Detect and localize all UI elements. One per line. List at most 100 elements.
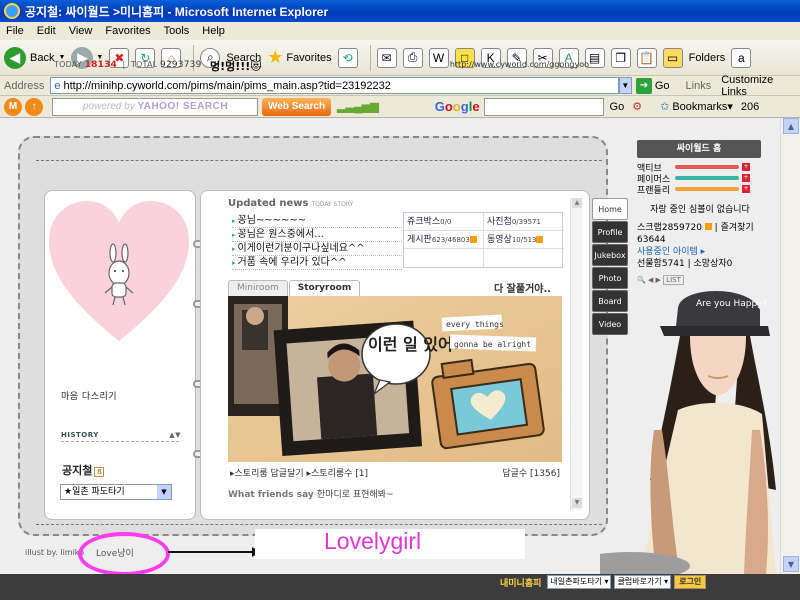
stat-jukebox[interactable]: 쥬크박스0/0 xyxy=(404,213,484,231)
ilchon-select[interactable]: 내일촌파도타기 ▾ xyxy=(547,575,612,589)
rating-bar-fill xyxy=(675,165,739,169)
today-label: TODAY xyxy=(54,60,82,69)
stat-value: 623/46803 xyxy=(431,236,470,244)
frame-divider xyxy=(36,160,602,161)
owner-badge-icon: 8 xyxy=(94,467,105,477)
signal-bars-icon[interactable]: ▂▃▄▅▆ xyxy=(337,100,379,113)
copy-icon[interactable]: ❐ xyxy=(610,47,631,68)
updated-news-list: 꽁님~~~~~~ 꽁님은 원스중에서... 이게이런기분이구나싶네요^^ 거품 … xyxy=(232,214,402,270)
back-label: Back xyxy=(30,51,55,64)
illustration-credit: illust by. limiko xyxy=(25,548,85,557)
page-icon: e xyxy=(54,79,61,92)
chevron-down-icon[interactable]: ▼ xyxy=(157,485,171,499)
list-item[interactable]: 이게이런기분이구나싶네요^^ xyxy=(232,242,402,256)
tab-jukebox[interactable]: Jukebox xyxy=(592,244,628,266)
links-label[interactable]: Links xyxy=(686,80,712,92)
items-in-use-link[interactable]: 사용중인 아이템 ▸ xyxy=(637,246,763,258)
stat-label: 쥬크박스 xyxy=(407,217,441,227)
list-item[interactable]: 꽁님은 원스중에서... xyxy=(232,228,402,242)
rating-bar-fill xyxy=(675,187,739,191)
new-badge-icon xyxy=(536,236,544,243)
frame-divider xyxy=(36,524,602,525)
web-search-label: Web Search xyxy=(268,101,326,112)
menu-tools[interactable]: Tools xyxy=(164,25,190,37)
list-item[interactable]: 꽁님~~~~~~ xyxy=(232,214,402,228)
bookmark-star-icon: ✩ xyxy=(660,101,670,113)
total-count: 9293739 xyxy=(160,60,202,70)
back-arrow-icon: ◀ xyxy=(4,46,26,69)
tab-profile[interactable]: Profile xyxy=(592,221,628,243)
list-item[interactable]: 거품 속에 우리가 있다^^ xyxy=(232,256,402,270)
wish-box-link[interactable]: 소망상자0 xyxy=(694,259,733,269)
reply-count: 답글수 [1356] xyxy=(502,469,560,479)
vertical-scrollbar[interactable]: ▲ ▼ xyxy=(780,118,800,574)
scroll-down-icon[interactable]: ▼ xyxy=(783,556,799,572)
tab-home[interactable]: Home xyxy=(592,198,628,220)
customize-links[interactable]: Customize Links xyxy=(721,74,800,98)
paste-icon[interactable]: 📋 xyxy=(636,47,657,68)
up-arrow-icon[interactable]: ↑ xyxy=(25,97,43,116)
stat-label: 동영상 xyxy=(487,235,512,245)
scrap-count[interactable]: 스크랩2859720 xyxy=(637,223,702,233)
storyroom-tagline: 다 잘풀거야.. xyxy=(494,284,552,295)
menu-edit[interactable]: Edit xyxy=(37,25,56,37)
go-arrow-icon[interactable]: ➔ xyxy=(636,77,652,94)
folders-button[interactable]: ▭ Folders xyxy=(662,47,725,68)
address-dropdown-icon[interactable]: ▼ xyxy=(618,77,633,94)
my-minihompy-link[interactable]: 내미니홈피 xyxy=(500,576,541,589)
menu-help[interactable]: Help xyxy=(202,25,225,37)
mood-text: 마음 다스리기 xyxy=(61,392,118,402)
rating-bar-friendly: 프랜들리 + xyxy=(637,184,763,196)
translate-icon[interactable]: a xyxy=(731,47,752,68)
favorites-link[interactable]: 즐겨찾기 xyxy=(721,223,754,233)
stat-photo[interactable]: 사진첩0/39571 xyxy=(484,213,564,231)
scroll-up-icon[interactable]: ▲ xyxy=(783,118,799,134)
stat-board[interactable]: 게시판623/46803 xyxy=(404,231,484,249)
friends-say-input[interactable]: 한마디로 표현해봐~ xyxy=(317,490,394,500)
story-reply-link[interactable]: ▸스토리룸 답글달기 ▸스토리룸수 [1] xyxy=(230,466,368,479)
window-title: 공지철: 싸이월드 >미니홈피 - Microsoft Internet Exp… xyxy=(25,4,329,19)
m-logo-icon[interactable]: M xyxy=(4,97,22,116)
content-scrollbar[interactable]: ▲ ▼ xyxy=(570,198,582,510)
story-count-label: 스토리룸수 [1] xyxy=(311,469,369,479)
menu-favorites[interactable]: Favorites xyxy=(105,25,150,37)
plus-icon[interactable]: + xyxy=(742,163,750,171)
login-button[interactable]: 로그인 xyxy=(674,575,707,589)
tab-storyroom[interactable]: Storyroom xyxy=(288,280,361,296)
storyroom-photo[interactable]: 이런 일 있어 every things gonna be alright xyxy=(228,296,562,462)
triangle-up-down-icon[interactable]: ▲▼ xyxy=(169,431,181,439)
history-label: HISTORY xyxy=(61,431,99,439)
symbol-status: 자랑 중인 심볼이 없습니다 xyxy=(650,205,750,215)
menu-file[interactable]: File xyxy=(6,25,24,37)
go-button[interactable]: Go xyxy=(655,80,670,92)
scroll-down-icon[interactable]: ▼ xyxy=(572,498,582,508)
menu-view[interactable]: View xyxy=(69,25,93,37)
club-select[interactable]: 클럽바로가기 ▾ xyxy=(614,575,672,589)
settings-gear-icon[interactable]: ⚙ xyxy=(632,100,642,113)
address-input[interactable]: e http://minihp.cyworld.com/pims/main/pi… xyxy=(50,77,619,94)
gift-line: 선물함5741 | 소망상자0 xyxy=(637,259,733,269)
gift-box-link[interactable]: 선물함5741 xyxy=(637,259,685,269)
web-search-button[interactable]: Web Search xyxy=(262,97,332,116)
plus-icon[interactable]: + xyxy=(742,174,750,182)
google-go-button[interactable]: Go xyxy=(610,101,625,113)
tab-miniroom[interactable]: Miniroom xyxy=(228,280,288,296)
google-search-input[interactable] xyxy=(483,97,604,116)
scrap-total: 63644 xyxy=(637,235,666,245)
stat-video[interactable]: 동영상10/513 xyxy=(484,231,564,249)
scroll-up-icon[interactable]: ▲ xyxy=(572,198,582,208)
plus-icon[interactable]: + xyxy=(742,185,750,193)
ilchon-pado-select[interactable]: ★일촌 파도타기 ▼ xyxy=(60,484,172,500)
cyworld-home-header[interactable]: 싸이월드 홈 xyxy=(637,140,761,158)
bookmarks-menu[interactable]: Bookmarks▾ xyxy=(672,100,733,113)
total-label: TOTAL xyxy=(130,60,158,69)
history-toggle[interactable]: HISTORY ▲▼ xyxy=(61,431,181,439)
cyworld-bottom-bar: 내미니홈피 내일촌파도타기 ▾ 클럽바로가기 ▾ 로그인 xyxy=(500,574,780,590)
updated-news-label: Updated news xyxy=(228,198,309,209)
search-toolbar: M ↑ powered by YAHOO! SEARCH Web Search … xyxy=(0,96,800,118)
ie-logo-icon xyxy=(4,3,20,19)
yahoo-search-input[interactable]: powered by YAHOO! SEARCH xyxy=(52,97,258,116)
toolbar-number[interactable]: 206 xyxy=(741,101,759,113)
friends-say[interactable]: What friends say 한마디로 표현해봐~ xyxy=(228,487,394,500)
minihompy-url[interactable]: http://www.cyworld.com/ggongyoo xyxy=(450,60,589,69)
